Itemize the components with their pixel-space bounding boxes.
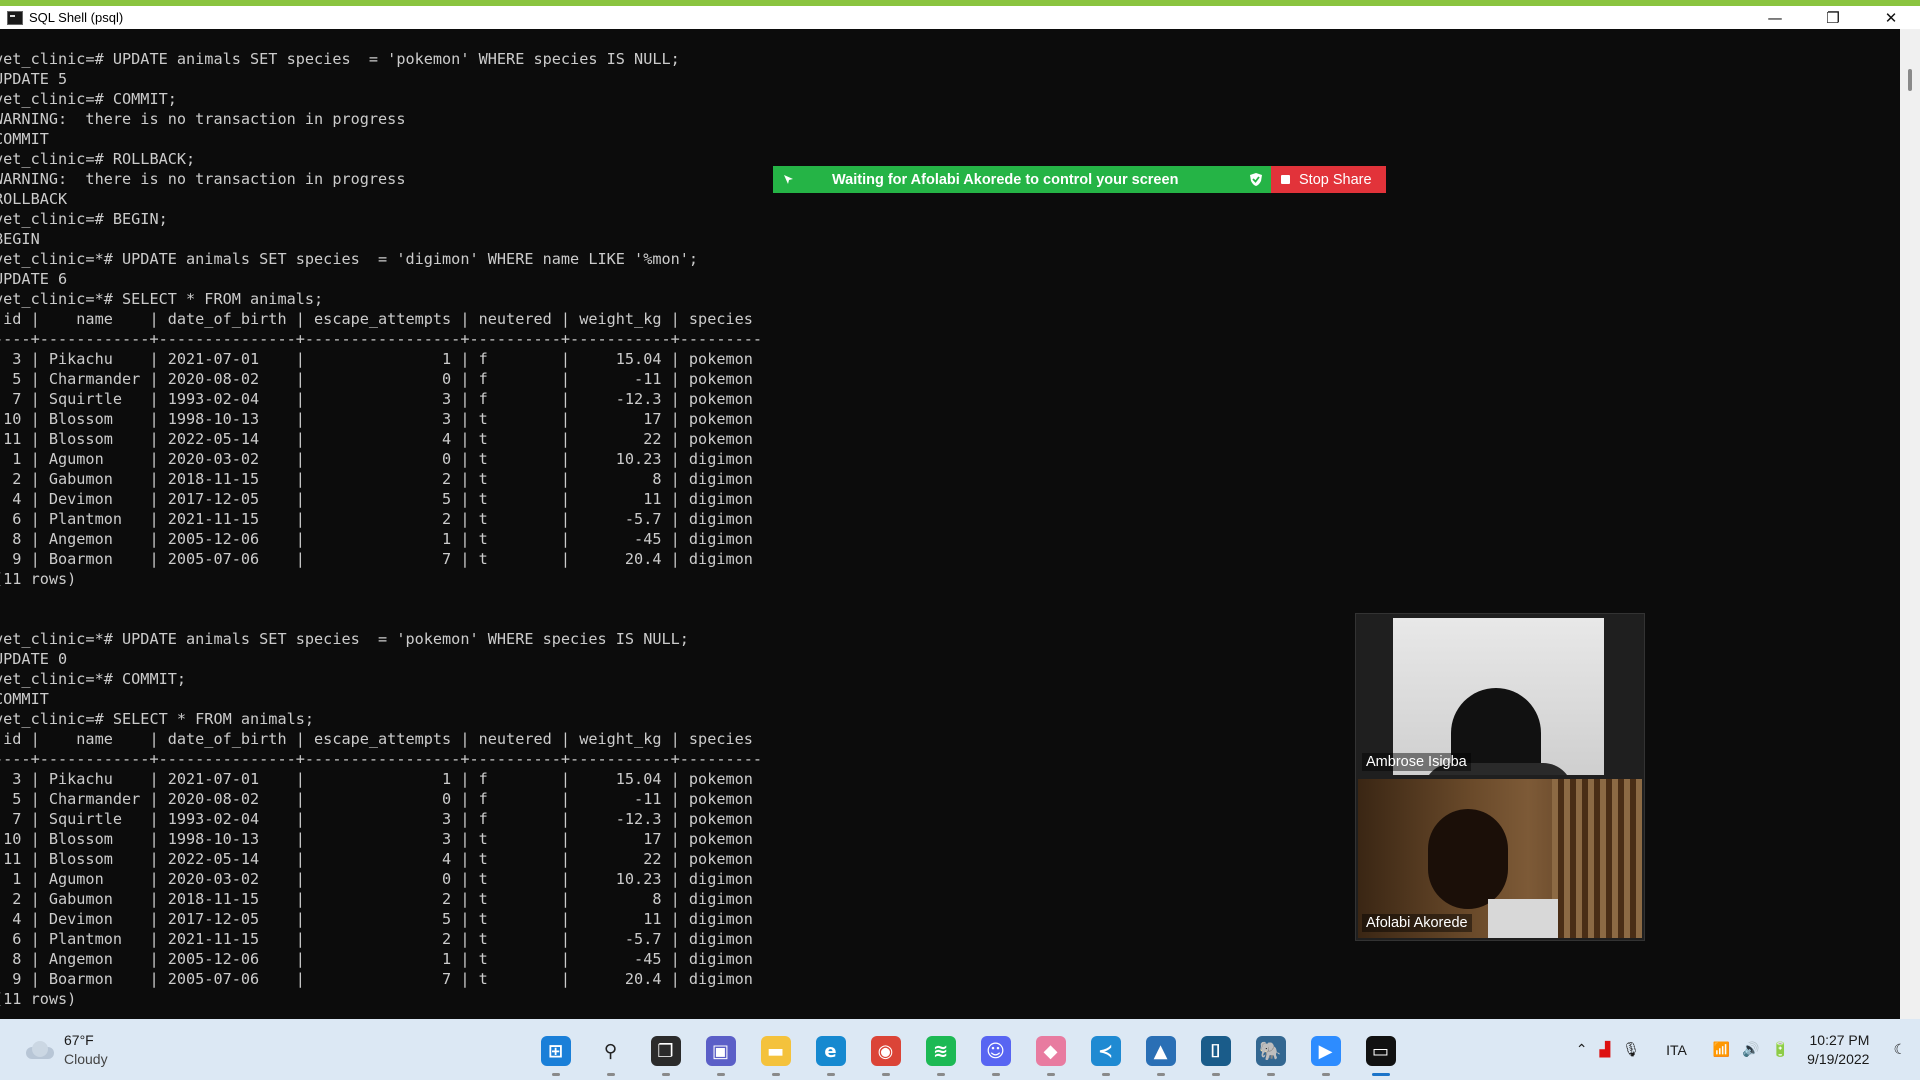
sql-shell-icon[interactable]: ▭ [1353, 1031, 1408, 1076]
spotify-icon-glyph: ≋ [925, 1036, 956, 1066]
participant-image-background [1552, 779, 1642, 938]
cloud-icon [22, 1041, 56, 1061]
running-indicator [1267, 1073, 1275, 1076]
start-icon[interactable]: ⊞ [528, 1031, 583, 1076]
share-status-text: Waiting for Afolabi Akorede to control y… [832, 171, 1179, 188]
stop-share-button[interactable]: Stop Share [1271, 166, 1386, 193]
participant-name: Ambrose Isigba [1362, 753, 1471, 771]
participant-image-shirt [1488, 899, 1558, 938]
photos-icon[interactable]: ▲ [1133, 1031, 1188, 1076]
shield-icon [1250, 173, 1262, 186]
task-view-icon[interactable]: ❐ [638, 1031, 693, 1076]
battery-icon[interactable]: 🔋 [1772, 1041, 1789, 1058]
file-explorer-icon[interactable]: ▬ [748, 1031, 803, 1076]
postgresql-icon-glyph: 🐘 [1255, 1036, 1286, 1066]
zoom-icon[interactable]: ▶ [1298, 1031, 1353, 1076]
running-indicator [1157, 1073, 1165, 1076]
close-button[interactable]: ✕ [1862, 6, 1920, 29]
pdf-icon[interactable]: ▟ [1600, 1041, 1611, 1058]
wifi-icon[interactable]: 📶 [1713, 1041, 1730, 1058]
chrome-icon[interactable]: ◉ [858, 1031, 913, 1076]
taskbar-apps: ⊞ ⚲ ❐ ▣ ▬ e ◉ ≋ ☺ ◆ ≺ ▲ ⌷ 🐘 ▶ ▭ [528, 1031, 1408, 1076]
discord-icon[interactable]: ☺ [968, 1031, 1023, 1076]
running-indicator [992, 1073, 1000, 1076]
stop-icon [1281, 175, 1290, 184]
stop-share-label: Stop Share [1299, 171, 1372, 188]
running-indicator [1047, 1073, 1055, 1076]
running-indicator [1322, 1073, 1330, 1076]
app-icon[interactable]: ◆ [1023, 1031, 1078, 1076]
running-indicator [607, 1073, 615, 1076]
start-icon-glyph: ⊞ [540, 1036, 571, 1066]
edge-icon-glyph: e [815, 1036, 846, 1066]
running-indicator [772, 1073, 780, 1076]
chrome-icon-glyph: ◉ [870, 1036, 901, 1066]
clock-time: 10:27 PM [1809, 1031, 1870, 1048]
file-explorer-icon-glyph: ▬ [760, 1036, 791, 1066]
running-indicator [1212, 1073, 1220, 1076]
system-tray: ⌃ ▟ 🎙 ITA 📶 🔊 🔋 10:27 PM 9/19/2022 ☾ [1570, 1019, 1920, 1080]
weather-condition: Cloudy [64, 1051, 108, 1067]
psql-app-icon [7, 10, 23, 25]
running-indicator [827, 1073, 835, 1076]
terminal-text: vet_clinic=# UPDATE animals SET species … [0, 50, 763, 1008]
scrollbar-thumb[interactable] [1908, 69, 1912, 91]
terminal-app-icon-glyph: ⌷ [1200, 1036, 1231, 1066]
weather-temp: 67°F [64, 1032, 94, 1048]
teams-chat-icon-glyph: ▣ [705, 1036, 736, 1066]
vscode-icon-glyph: ≺ [1090, 1036, 1121, 1066]
running-indicator [552, 1073, 560, 1076]
terminal-app-icon[interactable]: ⌷ [1188, 1031, 1243, 1076]
app-icon-glyph: ◆ [1035, 1036, 1066, 1066]
running-indicator [1372, 1073, 1390, 1076]
participant-image [1428, 809, 1508, 909]
minimize-button[interactable]: — [1746, 6, 1804, 29]
pointer-icon [784, 174, 793, 184]
window-title: SQL Shell (psql) [29, 10, 124, 25]
teams-chat-icon[interactable]: ▣ [693, 1031, 748, 1076]
scrollbar[interactable] [1900, 29, 1920, 1019]
weather-widget[interactable]: 67°F Cloudy [22, 1031, 108, 1069]
edge-icon[interactable]: e [803, 1031, 858, 1076]
participant-name: Afolabi Akorede [1362, 914, 1472, 932]
chevron-up-icon[interactable]: ⌃ [1576, 1041, 1588, 1058]
photos-icon-glyph: ▲ [1145, 1036, 1176, 1066]
screen-share-banner: Waiting for Afolabi Akorede to control y… [773, 166, 1386, 193]
discord-icon-glyph: ☺ [980, 1036, 1011, 1066]
spotify-icon[interactable]: ≋ [913, 1031, 968, 1076]
zoom-icon-glyph: ▶ [1310, 1036, 1341, 1066]
sql-shell-icon-glyph: ▭ [1365, 1036, 1396, 1066]
running-indicator [937, 1073, 945, 1076]
language-indicator[interactable]: ITA [1666, 1042, 1687, 1058]
clock[interactable]: 10:27 PM 9/19/2022 [1807, 1031, 1869, 1069]
microphone-icon[interactable]: 🎙 [1622, 1041, 1640, 1058]
clock-date: 9/19/2022 [1807, 1050, 1870, 1067]
window-controls: — ❐ ✕ [1746, 6, 1920, 29]
postgresql-icon[interactable]: 🐘 [1243, 1031, 1298, 1076]
volume-icon[interactable]: 🔊 [1742, 1041, 1759, 1058]
share-status-bar[interactable]: Waiting for Afolabi Akorede to control y… [773, 166, 1271, 193]
running-indicator [1102, 1073, 1110, 1076]
vscode-icon[interactable]: ≺ [1078, 1031, 1133, 1076]
notification-icon[interactable]: ☾ [1893, 1041, 1906, 1058]
search-icon-glyph: ⚲ [595, 1036, 626, 1066]
task-view-icon-glyph: ❐ [650, 1036, 681, 1066]
running-indicator [662, 1073, 670, 1076]
running-indicator [882, 1073, 890, 1076]
restore-button[interactable]: ❐ [1804, 6, 1862, 29]
search-icon[interactable]: ⚲ [583, 1031, 638, 1076]
window-titlebar[interactable]: SQL Shell (psql) — ❐ ✕ [0, 6, 1920, 29]
taskbar: 67°F Cloudy ⊞ ⚲ ❐ ▣ ▬ e ◉ ≋ ☺ ◆ ≺ ▲ ⌷ 🐘 ▶ ▭ ⌃ ▟ 🎙 ITA 📶… [0, 1019, 1920, 1080]
video-panel[interactable]: Ambrose Isigba Afolabi Akorede [1355, 613, 1645, 941]
participant-video[interactable] [1393, 618, 1604, 775]
running-indicator [717, 1073, 725, 1076]
